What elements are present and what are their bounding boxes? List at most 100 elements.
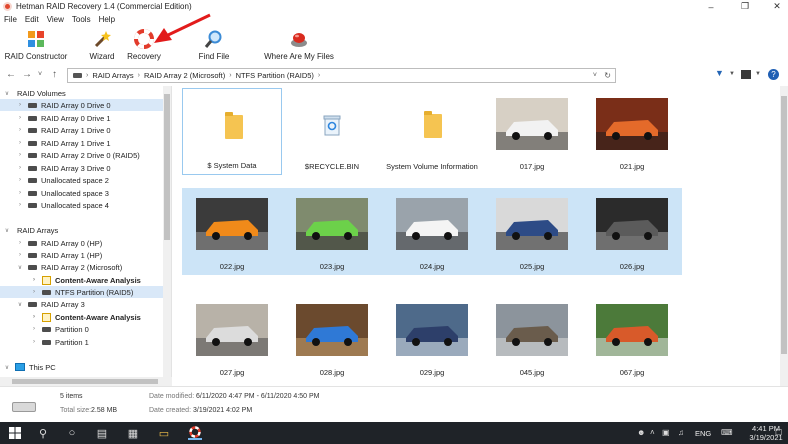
expand-chevron-right-icon[interactable]: › bbox=[30, 289, 38, 295]
tree-item[interactable]: ∨ This PC bbox=[0, 361, 163, 373]
expand-chevron-right-icon[interactable]: › bbox=[16, 165, 24, 171]
notifications-icon[interactable]: ☐ bbox=[775, 428, 782, 437]
tree-vertical-scrollbar[interactable] bbox=[163, 86, 171, 386]
file-explorer-icon[interactable]: ▭ bbox=[157, 426, 171, 440]
tree-item[interactable]: › Unallocated space 2 bbox=[0, 174, 163, 186]
file-tile[interactable]: 022.jpg bbox=[182, 188, 282, 275]
expand-chevron-right-icon[interactable]: › bbox=[16, 127, 24, 133]
expand-chevron-right-icon[interactable]: › bbox=[30, 326, 38, 332]
tree-item[interactable]: ∨ RAID Arrays bbox=[0, 224, 163, 236]
back-arrow-icon[interactable]: ← bbox=[6, 69, 16, 80]
expand-chevron-down-icon[interactable]: ∨ bbox=[3, 90, 11, 97]
expand-chevron-right-icon[interactable]: › bbox=[16, 190, 24, 196]
tree-item[interactable]: ∨ RAID Array 2 (Microsoft) bbox=[0, 261, 163, 273]
file-tile[interactable]: 026.jpg bbox=[582, 188, 682, 275]
store-icon[interactable]: ▦ bbox=[126, 426, 140, 440]
raid-constructor-button[interactable]: RAID Constructor bbox=[4, 26, 68, 64]
maximize-button[interactable]: ❐ bbox=[730, 0, 760, 13]
history-chevron-icon[interactable]: ˅ bbox=[38, 71, 42, 78]
tree-item[interactable]: › RAID Array 3 Drive 0 bbox=[0, 162, 163, 174]
tree-item[interactable]: › Unallocated space 3 bbox=[0, 187, 163, 199]
forward-arrow-icon[interactable]: → bbox=[22, 69, 32, 80]
file-tile[interactable]: 023.jpg bbox=[282, 188, 382, 275]
network-icon[interactable]: ▣ bbox=[662, 428, 670, 437]
breadcrumb-raid-arrays[interactable]: RAID Arrays bbox=[92, 71, 133, 80]
tree-item[interactable]: › RAID Array 0 Drive 1 bbox=[0, 112, 163, 124]
view-dropdown-icon[interactable]: ▼ bbox=[755, 71, 761, 77]
tree-item[interactable]: › Content-Aware Analysis bbox=[0, 311, 163, 323]
tree-item[interactable]: › RAID Array 1 Drive 1 bbox=[0, 137, 163, 149]
tree-item[interactable]: › Unallocated space 4 bbox=[0, 199, 163, 211]
file-tile[interactable]: System Volume Information bbox=[382, 88, 482, 175]
filter-dropdown-icon[interactable]: ▼ bbox=[729, 71, 735, 77]
tree-item[interactable]: › RAID Array 2 Drive 0 (RAID5) bbox=[0, 149, 163, 161]
tree-item[interactable]: › RAID Array 0 Drive 0 bbox=[0, 99, 163, 111]
tree-item[interactable]: › RAID Array 1 (HP) bbox=[0, 249, 163, 261]
expand-chevron-right-icon[interactable]: › bbox=[16, 252, 24, 258]
help-icon[interactable]: ? bbox=[768, 69, 779, 80]
file-tile[interactable]: 027.jpg bbox=[182, 294, 282, 381]
people-icon[interactable]: ☻ bbox=[637, 428, 645, 437]
file-tile[interactable]: 029.jpg bbox=[382, 294, 482, 381]
tree-item[interactable]: › NTFS Partition (RAID5) bbox=[0, 286, 163, 298]
expand-chevron-right-icon[interactable]: › bbox=[16, 102, 24, 108]
up-arrow-icon[interactable]: ↑ bbox=[52, 69, 57, 80]
expand-chevron-right-icon[interactable]: › bbox=[16, 140, 24, 146]
view-mode-icon[interactable] bbox=[741, 70, 751, 79]
tree-item[interactable]: ∨ RAID Array 3 bbox=[0, 298, 163, 310]
file-tile[interactable]: 024.jpg bbox=[382, 188, 482, 275]
where-are-my-files-button[interactable]: Where Are My Files bbox=[264, 26, 334, 64]
tree-horizontal-scrollbar[interactable] bbox=[0, 377, 172, 386]
tree-item[interactable]: ∨ RAID Volumes bbox=[0, 87, 163, 99]
tree-item[interactable]: › Content-Aware Analysis bbox=[0, 274, 163, 286]
menu-help[interactable]: Help bbox=[95, 15, 119, 24]
file-tile[interactable]: 067.jpg bbox=[582, 294, 682, 381]
expand-chevron-right-icon[interactable]: › bbox=[16, 177, 24, 183]
keyboard-icon[interactable]: ⌨ bbox=[721, 428, 733, 437]
menu-view[interactable]: View bbox=[43, 15, 68, 24]
file-tile[interactable]: $RECYCLE.BIN bbox=[282, 88, 382, 175]
file-tile[interactable]: 021.jpg bbox=[582, 88, 682, 175]
menu-edit[interactable]: Edit bbox=[21, 15, 43, 24]
tree-item[interactable]: › Partition 1 bbox=[0, 336, 163, 348]
expand-chevron-down-icon[interactable]: ∨ bbox=[16, 264, 24, 271]
widgets-icon[interactable]: ▤ bbox=[95, 426, 109, 440]
tree-item[interactable]: › Partition 0 bbox=[0, 323, 163, 335]
tree-item[interactable]: › RAID Array 1 Drive 0 bbox=[0, 124, 163, 136]
breadcrumb-raid-array-2[interactable]: RAID Array 2 (Microsoft) bbox=[144, 71, 225, 80]
file-tile[interactable]: 017.jpg bbox=[482, 88, 582, 175]
start-windows-icon[interactable] bbox=[8, 426, 22, 440]
close-button[interactable]: ✕ bbox=[762, 0, 788, 13]
expand-chevron-right-icon[interactable]: › bbox=[30, 339, 38, 345]
expand-chevron-right-icon[interactable]: › bbox=[16, 115, 24, 121]
expand-chevron-down-icon[interactable]: ∨ bbox=[3, 364, 11, 371]
expand-chevron-right-icon[interactable]: › bbox=[16, 240, 24, 246]
refresh-icon[interactable]: ↻ bbox=[604, 71, 611, 80]
file-tile[interactable]: 045.jpg bbox=[482, 294, 582, 381]
expand-chevron-right-icon[interactable]: › bbox=[30, 277, 38, 283]
tree-item[interactable]: › RAID Array 0 (HP) bbox=[0, 237, 163, 249]
expand-chevron-right-icon[interactable]: › bbox=[16, 202, 24, 208]
tray-chevron-icon[interactable]: ˄ bbox=[650, 428, 655, 437]
breadcrumb-ntfs-partition[interactable]: NTFS Partition (RAID5) bbox=[236, 71, 314, 80]
expand-chevron-right-icon[interactable]: › bbox=[16, 152, 24, 158]
grid-vertical-scrollbar[interactable] bbox=[780, 86, 788, 386]
language-indicator[interactable]: ENG bbox=[695, 429, 711, 438]
minimize-button[interactable]: – bbox=[696, 0, 726, 13]
file-tile[interactable]: $ System Data bbox=[182, 88, 282, 175]
search-icon[interactable]: ⚲ bbox=[36, 426, 50, 440]
wizard-button[interactable]: Wizard bbox=[82, 26, 122, 64]
file-tile[interactable]: 028.jpg bbox=[282, 294, 382, 381]
menu-file[interactable]: File bbox=[0, 15, 21, 24]
expand-chevron-down-icon[interactable]: ∨ bbox=[3, 227, 11, 234]
filter-icon[interactable]: ▼ bbox=[715, 68, 724, 78]
expand-chevron-down-icon[interactable]: ∨ bbox=[16, 301, 24, 308]
menu-tools[interactable]: Tools bbox=[68, 15, 95, 24]
address-dropdown-icon[interactable]: ˅ bbox=[593, 72, 597, 79]
task-view-icon[interactable]: ○ bbox=[65, 426, 79, 440]
address-bar[interactable]: › RAID Arrays › RAID Array 2 (Microsoft)… bbox=[67, 68, 616, 83]
raid-recovery-taskbar-icon[interactable] bbox=[188, 426, 202, 440]
volume-icon[interactable]: ♫ bbox=[678, 428, 684, 437]
file-tile[interactable]: 025.jpg bbox=[482, 188, 582, 275]
expand-chevron-right-icon[interactable]: › bbox=[30, 314, 38, 320]
